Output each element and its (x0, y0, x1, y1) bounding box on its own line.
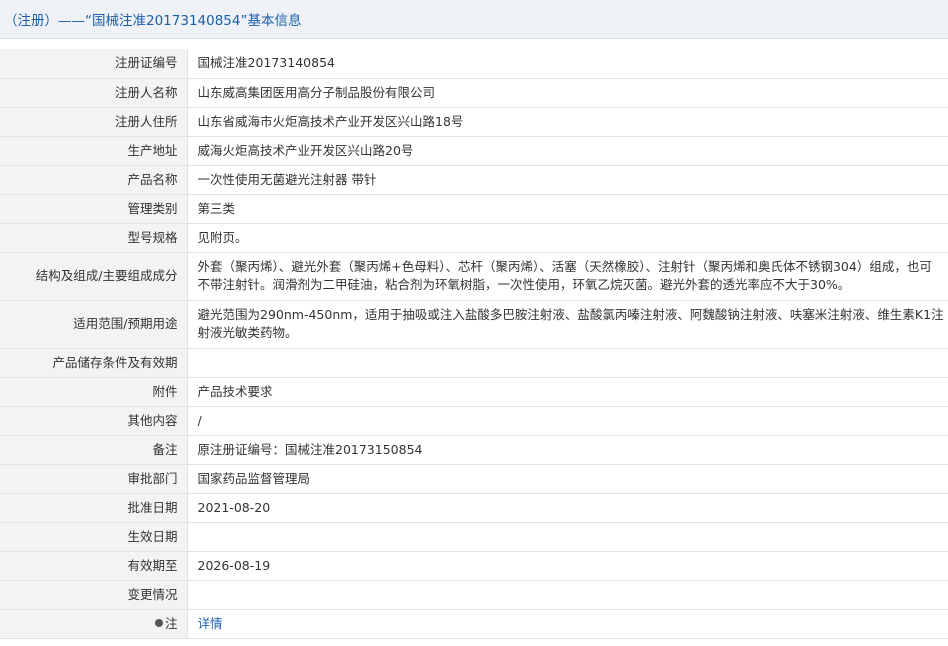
page-title: （注册）——“国械注准20173140854”基本信息 (4, 13, 302, 29)
row-value (187, 348, 948, 378)
row-value: 2026-08-19 (187, 551, 948, 581)
pin-icon (154, 619, 163, 627)
row-value: 外套（聚丙烯）、避光外套（聚丙烯+色母料）、芯杆（聚丙烯）、活塞（天然橡胶）、注… (187, 252, 948, 301)
row-label: 注册人名称 (0, 78, 188, 108)
row-value: 一次性使用无菌避光注射器 带针 (187, 165, 948, 195)
table-row-product-name: 产品名称 一次性使用无菌避光注射器 带针 (0, 165, 948, 195)
row-value: 详情 (187, 609, 948, 639)
row-label: 产品名称 (0, 165, 188, 195)
row-label: 附件 (0, 377, 188, 407)
table-row-valid-until: 有效期至 2026-08-19 (0, 551, 948, 581)
row-label: 其他内容 (0, 406, 188, 436)
table-row-other-content: 其他内容 / (0, 406, 948, 436)
info-table: 注册证编号 国械注准20173140854 注册人名称 山东威高集团医用高分子制… (0, 49, 948, 639)
row-value: 避光范围为290nm-450nm，适用于抽吸或注入盐酸多巴胺注射液、盐酸氯丙嗪注… (187, 300, 948, 349)
row-label: 生产地址 (0, 136, 188, 166)
row-label: 有效期至 (0, 551, 188, 581)
table-row-attachment: 附件 产品技术要求 (0, 377, 948, 407)
table-row-registration-number: 注册证编号 国械注准20173140854 (0, 49, 948, 79)
row-value: 见附页。 (187, 223, 948, 253)
table-row-model-spec: 型号规格 见附页。 (0, 223, 948, 253)
row-label: 型号规格 (0, 223, 188, 253)
page-header: （注册）——“国械注准20173140854”基本信息 (0, 0, 948, 39)
row-label: 注册证编号 (0, 49, 188, 79)
row-label: 生效日期 (0, 522, 188, 552)
row-value: 国械注准20173140854 (187, 49, 948, 79)
table-row-change-status: 变更情况 (0, 580, 948, 610)
row-value: 国家药品监督管理局 (187, 464, 948, 494)
table-row-registrant-address: 注册人住所 山东省威海市火炬高技术产业开发区兴山路18号 (0, 107, 948, 137)
table-row-effective-date: 生效日期 (0, 522, 948, 552)
header-spacer (0, 39, 948, 49)
row-value: 产品技术要求 (187, 377, 948, 407)
row-value: 2021-08-20 (187, 493, 948, 523)
row-value: 山东省威海市火炬高技术产业开发区兴山路18号 (187, 107, 948, 137)
table-row-intended-use: 适用范围/预期用途 避光范围为290nm-450nm，适用于抽吸或注入盐酸多巴胺… (0, 300, 948, 349)
table-row-approval-department: 审批部门 国家药品监督管理局 (0, 464, 948, 494)
row-label: 变更情况 (0, 580, 188, 610)
row-label: 适用范围/预期用途 (0, 300, 188, 349)
table-row-registrant-name: 注册人名称 山东威高集团医用高分子制品股份有限公司 (0, 78, 948, 108)
details-link[interactable]: 详情 (198, 616, 223, 631)
row-label: 备注 (0, 435, 188, 465)
note-label-text: 注 (164, 615, 178, 631)
table-row-remarks: 备注 原注册证编号：国械注准20173150854 (0, 435, 948, 465)
table-row-approval-date: 批准日期 2021-08-20 (0, 493, 948, 523)
row-value (187, 522, 948, 552)
row-label: 产品储存条件及有效期 (0, 348, 188, 378)
table-row-management-category: 管理类别 第三类 (0, 194, 948, 224)
row-value: 山东威高集团医用高分子制品股份有限公司 (187, 78, 948, 108)
row-value: 第三类 (187, 194, 948, 224)
row-value: 原注册证编号：国械注准20173150854 (187, 435, 948, 465)
row-label-note: 注 (0, 609, 188, 639)
row-label: 批准日期 (0, 493, 188, 523)
row-value: 威海火炬高技术产业开发区兴山路20号 (187, 136, 948, 166)
table-row-production-address: 生产地址 威海火炬高技术产业开发区兴山路20号 (0, 136, 948, 166)
table-row-note: 注 详情 (0, 609, 948, 639)
table-row-structure-composition: 结构及组成/主要组成成分 外套（聚丙烯）、避光外套（聚丙烯+色母料）、芯杆（聚丙… (0, 252, 948, 301)
row-label: 管理类别 (0, 194, 188, 224)
row-value: / (187, 406, 948, 436)
row-label: 审批部门 (0, 464, 188, 494)
table-row-storage-validity: 产品储存条件及有效期 (0, 348, 948, 378)
row-value (187, 580, 948, 610)
row-label: 结构及组成/主要组成成分 (0, 252, 188, 301)
row-label: 注册人住所 (0, 107, 188, 137)
